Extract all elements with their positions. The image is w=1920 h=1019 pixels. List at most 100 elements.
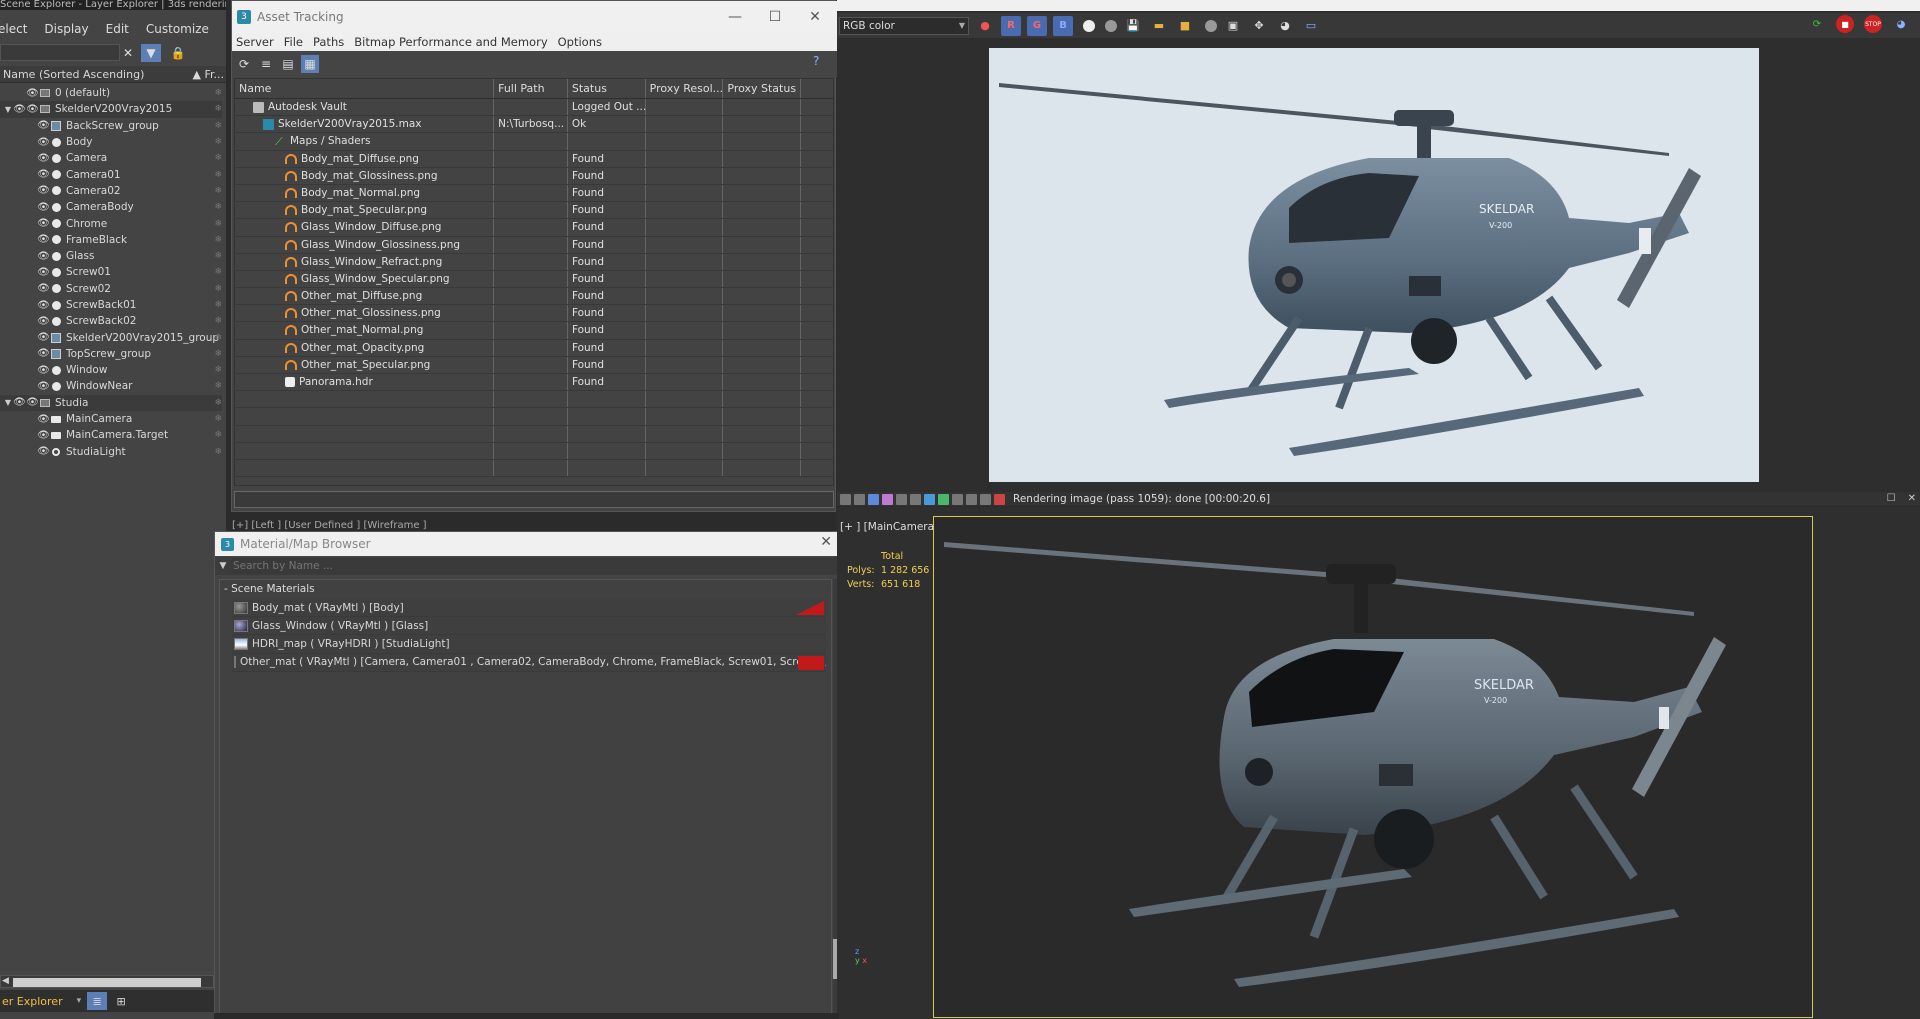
close-icon[interactable]: ✕ <box>1908 493 1916 504</box>
visibility-eye-icon[interactable]: 👁 <box>37 169 50 180</box>
scene-tree-header[interactable]: Name (Sorted Ascending) ▲ Fr... <box>0 66 226 83</box>
frozen-column-header[interactable]: ▲ Fr... <box>193 68 225 81</box>
scene-search-input[interactable] <box>0 44 120 61</box>
search-options-icon[interactable]: ▼ <box>215 561 231 571</box>
scene-tree-item[interactable]: ▼ 👁 👁 SkelderV200Vray2015 ❄ <box>0 101 222 118</box>
freeze-icon[interactable]: ❄ <box>214 316 222 326</box>
freeze-icon[interactable]: ❄ <box>214 153 222 163</box>
filter-icon[interactable]: ▼ <box>141 44 161 62</box>
layers-icon[interactable]: ≣ <box>87 992 108 1010</box>
visibility-eye-icon[interactable]: 👁 <box>37 234 50 245</box>
hierarchy-icon[interactable]: ⊞ <box>111 992 131 1010</box>
scene-tree-item[interactable]: 👁 WindowNear ❄ <box>0 378 222 394</box>
asset-row[interactable]: Other_mat_Diffuse.png Found <box>235 288 833 306</box>
refresh-icon[interactable]: ⟳ <box>235 55 253 73</box>
asset-row[interactable]: Glass_Window_Diffuse.png Found <box>235 219 833 237</box>
scene-tree-item[interactable]: 👁 MainCamera.Target ❄ <box>0 427 222 443</box>
maximize-icon[interactable]: ☐ <box>1887 493 1896 504</box>
freeze-icon[interactable]: ❄ <box>214 398 222 408</box>
history-icon[interactable] <box>840 493 851 505</box>
close-icon[interactable]: ✕ <box>795 1 835 33</box>
freeze-icon[interactable]: ❄ <box>214 121 222 131</box>
visibility-eye-icon[interactable]: 👁 <box>37 348 50 359</box>
menu-server[interactable]: Server <box>236 35 274 49</box>
visibility-eye-icon[interactable]: 👁 <box>37 185 50 196</box>
asset-row[interactable]: Body_mat_Specular.png Found <box>235 202 833 220</box>
bg-image-icon[interactable] <box>924 493 935 505</box>
vfb-titlebar[interactable] <box>837 0 1920 11</box>
compare-icon[interactable] <box>854 493 865 505</box>
menu-paths[interactable]: Paths <box>313 35 344 49</box>
freeze-icon[interactable]: ❄ <box>214 333 222 343</box>
save-icon[interactable]: 💾 <box>1123 16 1143 36</box>
color-channels-icon[interactable]: ● <box>975 16 995 36</box>
material-item[interactable]: Body_mat ( VRayMtl ) [Body] <box>232 599 826 618</box>
material-search-input[interactable] <box>231 558 840 574</box>
visibility-eye-icon[interactable]: 👁 <box>37 414 50 425</box>
asset-row[interactable]: Glass_Window_Refract.png Found <box>235 253 833 271</box>
scene-tree-item[interactable]: 👁 FrameBlack ❄ <box>0 232 222 248</box>
material-browser-titlebar[interactable]: 3 Material/Map Browser <box>215 532 840 556</box>
scrollbar-thumb[interactable] <box>13 978 201 987</box>
teapot-icon[interactable]: ◕ <box>1275 16 1295 36</box>
visibility-eye-icon[interactable]: 👁 <box>37 137 50 148</box>
follow-mouse-icon[interactable]: ✥ <box>1249 16 1269 36</box>
white-point-icon[interactable] <box>1083 19 1095 32</box>
left-viewport-label[interactable]: [+] [Left ] [User Defined ] [Wireframe ] <box>232 520 427 531</box>
mono-icon[interactable] <box>1105 19 1117 32</box>
scene-tree-item[interactable]: 👁 BackScrew_group ❄ <box>0 118 222 134</box>
open-folder-icon[interactable]: ▬ <box>1149 16 1169 36</box>
visibility-eye-icon[interactable]: 👁 <box>37 332 50 343</box>
scene-tree-item[interactable]: 👁 Camera ❄ <box>0 150 222 166</box>
dropdown-caret-icon[interactable]: ▾ <box>77 996 82 1006</box>
expand-arrow-icon[interactable]: ▼ <box>3 398 13 407</box>
asset-row[interactable]: Other_mat_Specular.png Found <box>235 356 833 374</box>
freeze-icon[interactable]: ❄ <box>214 88 222 98</box>
scene-tree-item[interactable]: 👁 Glass ❄ <box>0 248 222 264</box>
column-proxy-status[interactable]: Proxy Status <box>723 79 802 98</box>
asset-row[interactable]: Other_mat_Normal.png Found <box>235 322 833 340</box>
scene-tree-item[interactable]: 👁 SkelderV200Vray2015_group ❄ <box>0 329 222 345</box>
column-name[interactable]: Name <box>235 79 495 98</box>
scene-tree-item[interactable]: 👁 MainCamera ❄ <box>0 411 222 427</box>
minimize-icon[interactable]: — <box>715 1 755 33</box>
scene-materials-group[interactable]: - Scene Materials <box>220 580 831 598</box>
list-view-icon[interactable]: ≡ <box>257 55 275 73</box>
freeze-icon[interactable]: ❄ <box>214 170 222 180</box>
material-item[interactable]: Other_mat ( VRayMtl ) [Camera, Camera01 … <box>232 653 826 672</box>
lut-icon[interactable] <box>938 493 949 505</box>
scene-tree-item[interactable]: 👁 CameraBody ❄ <box>0 199 222 215</box>
camera-viewport[interactable]: [+ ] [MainCamera ] [User Defined ] [Defa… <box>837 507 1920 1019</box>
scene-tree-item[interactable]: 👁 0 (default) ❄ <box>0 85 222 101</box>
help-icon[interactable]: ? <box>813 54 829 70</box>
visibility-eye-icon[interactable]: 👁 <box>26 88 39 99</box>
v-icon[interactable] <box>980 493 991 505</box>
visibility-eye-icon[interactable]: 👁 <box>37 202 50 213</box>
menu-display[interactable]: Display <box>44 22 88 36</box>
freeze-icon[interactable]: ❄ <box>214 235 222 245</box>
blue-channel-toggle[interactable]: B <box>1053 15 1073 36</box>
freeze-icon[interactable]: ❄ <box>214 349 222 359</box>
freeze-icon[interactable]: ❄ <box>214 267 222 277</box>
scene-tree-item[interactable]: 👁 Window ❄ <box>0 362 222 378</box>
clear-search-icon[interactable]: ✕ <box>118 44 138 62</box>
material-item[interactable]: HDRI_map ( VRayHDRI ) [StudiaLight] <box>232 635 826 654</box>
close-icon[interactable]: ✕ <box>820 534 832 550</box>
visibility-eye-icon[interactable]: 👁 <box>37 316 50 327</box>
scene-tree-item[interactable]: 👁 Body ❄ <box>0 134 222 150</box>
asset-row[interactable]: Body_mat_Diffuse.png Found <box>235 150 833 168</box>
abort-render-icon[interactable]: STOP <box>1864 15 1882 33</box>
menu-file[interactable]: File <box>284 35 303 49</box>
curve-icon[interactable] <box>910 493 921 505</box>
menu-options[interactable]: Options <box>558 35 602 49</box>
freeze-icon[interactable]: ❄ <box>214 381 222 391</box>
scene-tree-item[interactable]: 👁 StudiaLight ❄ <box>0 444 222 460</box>
asset-row[interactable]: Body_mat_Glossiness.png Found <box>235 167 833 185</box>
scene-tree-item[interactable]: 👁 Screw02 ❄ <box>0 281 222 297</box>
asset-row[interactable]: Panorama.hdr Found <box>235 374 833 392</box>
green-channel-toggle[interactable]: G <box>1027 15 1047 36</box>
name-column-header[interactable]: Name (Sorted Ascending) <box>3 68 144 81</box>
freeze-icon[interactable]: ❄ <box>214 202 222 212</box>
maximize-icon[interactable]: ☐ <box>755 1 795 33</box>
asset-row[interactable]: Glass_Window_Specular.png Found <box>235 270 833 289</box>
